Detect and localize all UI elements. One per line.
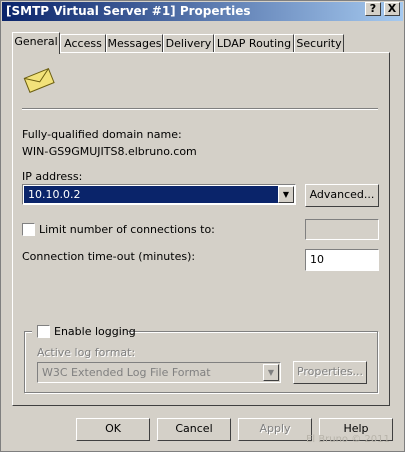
title-bar[interactable]: [SMTP Virtual Server #1] Properties — [2, 2, 403, 21]
log-format-value: W3C Extended Log File Format — [42, 366, 211, 379]
envelope-icon — [23, 67, 55, 93]
fqdn-label: Fully-qualified domain name: — [22, 128, 182, 141]
watermark: El Bruno © 2011 — [306, 434, 390, 445]
enable-logging-label: Enable logging — [54, 325, 136, 338]
tab-messages[interactable]: Messages — [106, 34, 163, 54]
log-format-select: W3C Extended Log File Format ▼ — [37, 362, 281, 383]
apply-button: Apply — [238, 418, 312, 441]
chevron-down-icon: ▼ — [263, 364, 279, 381]
limit-connections-input — [305, 219, 379, 240]
limit-connections-checkbox[interactable] — [22, 223, 35, 236]
tab-access[interactable]: Access — [60, 34, 106, 54]
log-format-label: Active log format: — [37, 346, 136, 359]
tab-delivery[interactable]: Delivery — [163, 34, 214, 54]
tab-ldap-routing[interactable]: LDAP Routing — [214, 34, 294, 54]
tab-general[interactable]: General — [12, 32, 60, 54]
separator — [22, 108, 378, 110]
timeout-value: 10 — [310, 253, 324, 266]
cancel-button[interactable]: Cancel — [157, 418, 231, 441]
log-properties-button: Properties... — [293, 361, 367, 384]
chevron-down-icon[interactable]: ▼ — [278, 186, 294, 203]
ip-address-value: 10.10.0.2 — [24, 186, 279, 203]
timeout-input[interactable]: 10 — [305, 249, 379, 271]
limit-connections-label: Limit number of connections to: — [39, 223, 215, 236]
advanced-button[interactable]: Advanced... — [305, 184, 379, 207]
window-title: [SMTP Virtual Server #1] Properties — [6, 4, 251, 18]
help-title-button[interactable]: ? — [365, 2, 381, 16]
tab-security[interactable]: Security — [294, 34, 344, 54]
enable-logging-checkbox[interactable] — [37, 325, 50, 338]
timeout-label: Connection time-out (minutes): — [22, 250, 196, 263]
fqdn-value: WIN-GS9GMUJITS8.elbruno.com — [22, 145, 197, 158]
ok-button[interactable]: OK — [76, 418, 150, 441]
ip-address-select[interactable]: 10.10.0.2 ▼ — [22, 184, 296, 205]
ip-address-label: IP address: — [22, 170, 83, 183]
close-title-button[interactable]: X — [384, 2, 400, 16]
